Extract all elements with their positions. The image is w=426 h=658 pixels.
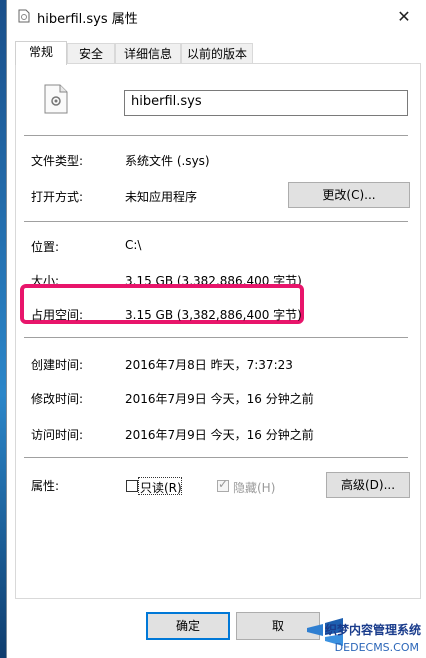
watermark-line1: 织梦内容管理系统	[324, 623, 421, 637]
file-type-value: 系统文件 (.sys)	[125, 154, 210, 168]
opens-with-label: 打开方式:	[31, 190, 84, 204]
tab-details[interactable]: 详细信息	[115, 43, 181, 64]
divider	[24, 337, 408, 338]
close-icon: ✕	[397, 6, 411, 26]
divider	[24, 457, 408, 458]
ok-button[interactable]: 确定	[146, 612, 230, 640]
modified-label: 修改时间:	[31, 392, 84, 406]
check-icon: ✓	[218, 477, 229, 491]
accessed-label: 访问时间:	[31, 428, 84, 442]
divider	[24, 135, 408, 136]
readonly-checkbox[interactable]	[126, 480, 138, 492]
properties-dialog: hiberfil.sys 属性 ✕ 常规 安全 详细信息 以前的版本 hiber…	[6, 0, 426, 658]
system-file-icon	[44, 84, 68, 114]
opens-with-value: 未知应用程序	[125, 190, 198, 204]
created-value: 2016年7月8日 昨天，7:37:23	[125, 358, 293, 372]
tab-security[interactable]: 安全	[67, 43, 115, 64]
watermark-line2: DEDECMS.COM	[334, 641, 419, 654]
size-on-disk-value: 3.15 GB (3,382,886,400 字节)	[125, 308, 302, 322]
window-title: hiberfil.sys 属性	[37, 12, 138, 27]
modified-value: 2016年7月9日 今天，16 分钟之前	[125, 392, 314, 406]
file-icon	[18, 9, 30, 23]
location-value: C:\	[125, 238, 142, 252]
location-label: 位置:	[31, 240, 60, 254]
filename-field[interactable]: hiberfil.sys	[124, 90, 408, 116]
accessed-value: 2016年7月9日 今天，16 分钟之前	[125, 428, 314, 442]
readonly-label[interactable]: 只读(R)	[140, 479, 182, 496]
watermark: 织梦内容管理系统 DEDECMS.COM	[277, 598, 426, 658]
created-label: 创建时间:	[31, 358, 84, 372]
tab-previous-versions[interactable]: 以前的版本	[181, 43, 253, 64]
hidden-checkbox[interactable]: ✓	[217, 477, 229, 492]
close-button[interactable]: ✕	[381, 0, 426, 32]
change-button[interactable]: 更改(C)...	[288, 182, 410, 208]
file-type-label: 文件类型:	[31, 154, 84, 168]
attributes-label: 属性:	[31, 479, 60, 493]
size-on-disk-label: 占用空间:	[31, 308, 84, 322]
advanced-button[interactable]: 高级(D)...	[326, 472, 410, 498]
title-bar[interactable]: hiberfil.sys 属性 ✕	[7, 0, 426, 32]
hidden-label[interactable]: 隐藏(H)	[233, 479, 275, 496]
divider	[24, 221, 408, 222]
tab-general[interactable]: 常规	[15, 41, 67, 65]
general-panel: hiberfil.sys 文件类型: 系统文件 (.sys) 打开方式: 未知应…	[15, 63, 421, 599]
